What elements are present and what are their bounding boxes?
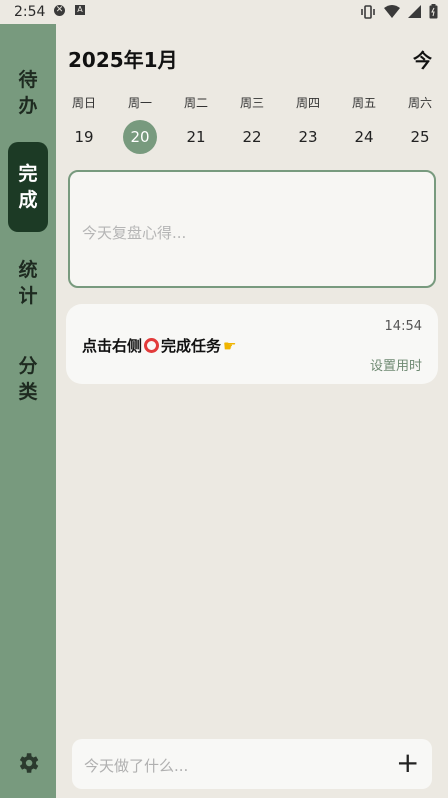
date-number: 24 [354, 128, 374, 146]
day-saturday[interactable]: 周六 25 [392, 94, 448, 154]
task-title: 点击右侧 完成任务 ☛ [82, 335, 236, 356]
day-friday[interactable]: 周五 24 [336, 94, 392, 154]
date-number-selected: 20 [123, 120, 157, 154]
sidebar-item-label: 办 [18, 95, 38, 117]
sidebar-item-label: 完 [18, 163, 38, 185]
weekday-label: 周一 [127, 96, 152, 110]
sidebar-item-label: 分 [18, 355, 38, 377]
sidebar-item-stats[interactable]: 统 计 [8, 238, 48, 328]
red-circle-icon [144, 338, 160, 353]
task-input[interactable]: 今天做了什么... + [72, 739, 432, 789]
weekday-label: 周五 [351, 96, 376, 110]
sidebar-item-done[interactable]: 完 成 [8, 142, 48, 232]
battery-icon [429, 4, 438, 19]
sidebar-item-label: 计 [18, 285, 38, 307]
date-number: 23 [298, 128, 318, 146]
date-number: 21 [186, 128, 206, 146]
task-input-placeholder: 今天做了什么... [84, 757, 189, 775]
weekday-label: 周四 [295, 96, 320, 110]
task-title-after: 完成任务 [161, 337, 222, 355]
day-monday[interactable]: 周一 20 [112, 94, 168, 154]
task-time: 14:54 [384, 319, 422, 334]
sidebar-item-label: 成 [18, 189, 38, 211]
a-icon: A [75, 5, 85, 15]
day-wednesday[interactable]: 周三 22 [224, 94, 280, 154]
status-time: 2:54 [14, 4, 46, 20]
day-sunday[interactable]: 周日 19 [56, 94, 112, 154]
status-bar: 2:54 ✕ A [0, 0, 448, 24]
weekday-label: 周日 [71, 96, 96, 110]
wifi-icon [384, 5, 400, 18]
add-icon[interactable]: + [396, 749, 419, 777]
sidebar-item-label: 类 [18, 381, 38, 403]
pointing-hand-icon: ☛ [223, 336, 237, 355]
weekday-label: 周二 [183, 96, 208, 110]
sidebar: 待 办 完 成 统 计 分 类 [0, 24, 56, 798]
task-card[interactable]: 14:54 点击右侧 完成任务 ☛ 设置用时 [66, 304, 438, 384]
vibrate-icon [361, 4, 375, 19]
sidebar-item-todo[interactable]: 待 办 [8, 48, 48, 138]
gear-icon[interactable] [15, 750, 41, 776]
signal-icon [408, 5, 421, 18]
date-number: 19 [74, 128, 94, 146]
month-title: 2025年1月 [68, 48, 178, 72]
sidebar-item-category[interactable]: 分 类 [8, 334, 48, 424]
set-duration-link[interactable]: 设置用时 [370, 355, 422, 374]
review-textarea[interactable]: 今天复盘心得... [68, 170, 436, 288]
day-tuesday[interactable]: 周二 21 [168, 94, 224, 154]
date-number: 25 [410, 128, 430, 146]
sidebar-item-label: 统 [18, 259, 38, 281]
weekday-label: 周六 [407, 96, 432, 110]
sidebar-item-label: 待 [18, 69, 38, 91]
date-number: 22 [242, 128, 262, 146]
x-circle-icon: ✕ [54, 5, 65, 16]
today-button[interactable]: 今 [413, 46, 432, 73]
weekday-label: 周三 [239, 96, 264, 110]
task-title-before: 点击右侧 [82, 337, 143, 355]
review-placeholder: 今天复盘心得... [82, 224, 187, 242]
day-thursday[interactable]: 周四 23 [280, 94, 336, 154]
